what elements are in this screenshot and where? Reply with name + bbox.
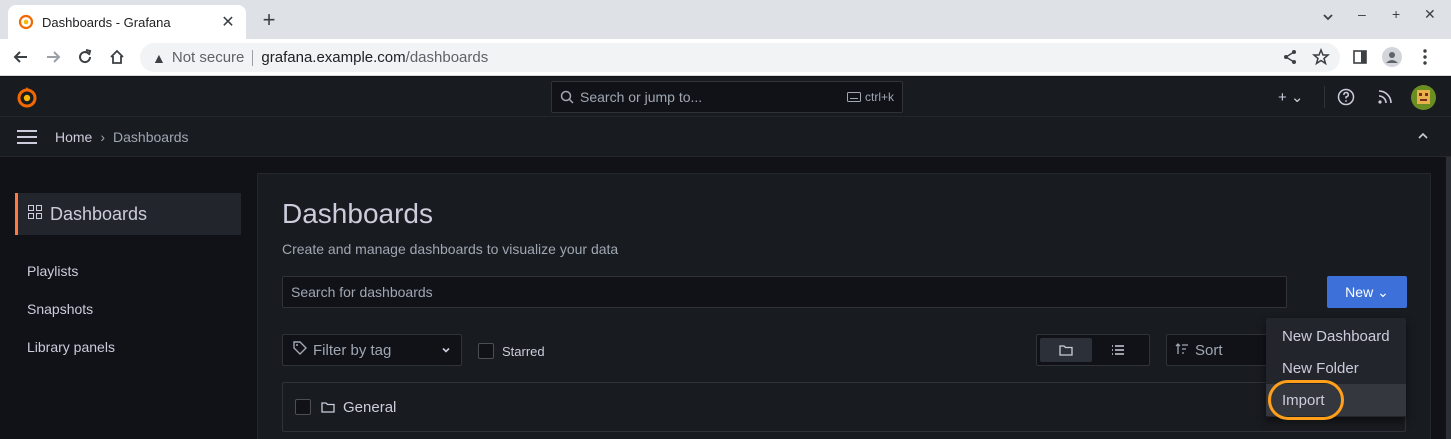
warning-icon[interactable]: ▲ — [152, 50, 166, 66]
tab-search-icon[interactable] — [1321, 10, 1335, 27]
browser-tab-bar: Dashboards - Grafana ✕ + – + ✕ — [0, 0, 1451, 39]
menu-hamburger-icon[interactable] — [17, 130, 37, 144]
sidebar-item-playlists[interactable]: Playlists — [27, 263, 78, 279]
apps-grid-icon — [28, 204, 42, 224]
url-bar[interactable]: ▲ Not secure grafana.example.com/dashboa… — [140, 43, 1340, 72]
url-host: grafana.example.com — [261, 49, 406, 66]
chevron-up-icon[interactable] — [1417, 129, 1429, 145]
browser-address-bar: ▲ Not secure grafana.example.com/dashboa… — [0, 39, 1451, 76]
tab-title: Dashboards - Grafana — [42, 14, 171, 30]
add-menu-button[interactable]: + ⌄ — [1278, 77, 1304, 117]
dashboards-page: Dashboards Create and manage dashboards … — [257, 173, 1431, 439]
starred-label: Starred — [502, 343, 545, 359]
window-close-icon[interactable]: ✕ — [1424, 6, 1436, 23]
url-path: /dashboards — [405, 49, 489, 66]
breadcrumb-home[interactable]: Home — [55, 129, 92, 145]
breadcrumb-current: Dashboards — [113, 129, 189, 145]
sidebar-item-label: Dashboards — [50, 203, 148, 224]
folder-view-icon[interactable] — [1040, 338, 1092, 362]
highlight-ring — [1268, 380, 1344, 420]
chevron-down-icon — [441, 342, 451, 359]
page-title: Dashboards — [282, 198, 433, 229]
folder-row-general[interactable]: General — [282, 382, 1406, 432]
search-shortcut-hint: ctrl+k — [864, 90, 894, 104]
grafana-top-nav: Search or jump to... ctrl+k + ⌄ — [0, 77, 1451, 117]
sort-select[interactable]: Sort — [1166, 334, 1276, 366]
help-icon[interactable] — [1337, 77, 1355, 117]
bookmark-star-icon[interactable] — [1309, 45, 1333, 69]
global-search-placeholder: Search or jump to... — [580, 89, 703, 105]
share-icon[interactable] — [1278, 45, 1302, 69]
back-icon[interactable] — [9, 45, 33, 69]
filter-by-tag-select[interactable]: Filter by tag — [282, 334, 462, 366]
tag-icon — [293, 341, 307, 359]
folder-checkbox[interactable] — [295, 399, 311, 415]
not-secure-label: Not secure — [171, 49, 245, 66]
sort-label: Sort — [1195, 341, 1223, 359]
sidebar-item-snapshots[interactable]: Snapshots — [27, 301, 93, 317]
folder-icon — [321, 401, 335, 413]
user-avatar[interactable] — [1411, 77, 1436, 117]
starred-filter[interactable]: Starred — [478, 343, 545, 359]
dashboard-search-input[interactable]: Search for dashboards — [282, 276, 1287, 308]
page-scrollbar[interactable] — [1446, 157, 1451, 439]
view-toggle — [1036, 334, 1150, 366]
maximize-icon[interactable]: + — [1392, 6, 1400, 22]
home-icon[interactable] — [105, 45, 129, 69]
new-tab-button[interactable]: + — [256, 8, 282, 34]
topnav-divider — [1324, 86, 1325, 108]
list-view-icon[interactable] — [1092, 338, 1144, 362]
news-rss-icon[interactable] — [1377, 77, 1393, 117]
minimize-icon[interactable]: – — [1358, 6, 1366, 22]
section-nav: Dashboards Playlists Snapshots Library p… — [0, 157, 257, 439]
browser-tab[interactable]: Dashboards - Grafana ✕ — [8, 5, 246, 39]
new-dropdown-menu: New Dashboard New Folder Import — [1266, 318, 1406, 420]
starred-checkbox[interactable] — [478, 343, 494, 359]
breadcrumb: Home › Dashboards — [55, 129, 189, 145]
folder-name: General — [343, 398, 397, 416]
side-panel-icon[interactable] — [1348, 45, 1372, 69]
sidebar-item-dashboards[interactable]: Dashboards — [15, 193, 241, 235]
forward-icon[interactable] — [41, 45, 65, 69]
new-button[interactable]: New ⌄ — [1327, 276, 1407, 308]
breadcrumb-separator: › — [100, 129, 106, 145]
global-search-input[interactable]: Search or jump to... ctrl+k — [551, 81, 903, 113]
sidebar-item-library-panels[interactable]: Library panels — [27, 339, 115, 355]
menu-item-new-dashboard[interactable]: New Dashboard — [1266, 320, 1406, 352]
menu-item-import[interactable]: Import — [1266, 380, 1406, 420]
browser-menu-icon[interactable] — [1413, 45, 1437, 69]
keyboard-icon — [846, 89, 861, 105]
filter-by-tag-label: Filter by tag — [313, 341, 392, 359]
url-separator — [252, 49, 254, 66]
search-icon — [560, 90, 574, 104]
sort-icon — [1175, 342, 1189, 359]
tab-close-icon[interactable]: ✕ — [220, 12, 236, 32]
profile-avatar-icon[interactable] — [1380, 45, 1404, 69]
grafana-logo-icon[interactable] — [15, 85, 39, 109]
page-subtitle: Create and manage dashboards to visualiz… — [282, 241, 619, 257]
breadcrumb-bar: Home › Dashboards — [0, 117, 1451, 157]
grafana-favicon-icon — [18, 14, 34, 30]
reload-icon[interactable] — [73, 45, 97, 69]
